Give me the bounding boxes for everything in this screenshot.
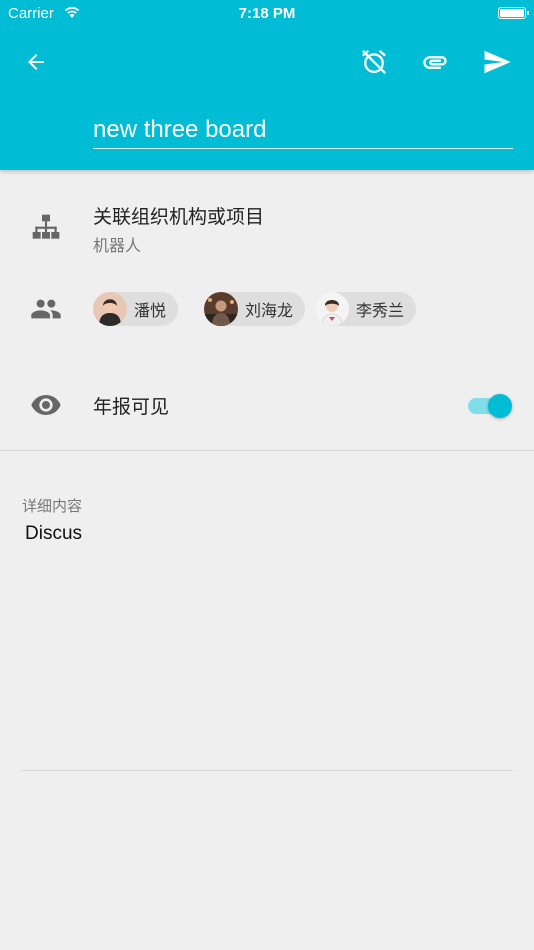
detail-label: 详细内容 <box>22 498 83 515</box>
organization-title[interactable]: 关联组织机构或项目 <box>93 202 264 229</box>
section-divider <box>0 450 534 451</box>
participant-chip[interactable]: 李秀兰 <box>315 292 417 326</box>
participant-chip[interactable]: 刘海龙 <box>204 292 306 326</box>
detail-underline <box>21 770 513 771</box>
participant-name: 刘海龙 <box>245 303 294 320</box>
avatar <box>93 292 127 326</box>
reminder-button[interactable] <box>354 42 394 82</box>
back-button[interactable] <box>16 42 56 82</box>
attach-button[interactable] <box>415 42 455 82</box>
sitemap-icon <box>28 210 64 246</box>
title-input[interactable] <box>93 112 513 149</box>
toggle-knob <box>488 394 512 418</box>
organization-subtitle: 机器人 <box>93 238 142 255</box>
send-icon <box>484 50 511 74</box>
paperclip-icon <box>423 56 447 69</box>
people-icon <box>28 291 64 327</box>
avatar <box>315 292 349 326</box>
status-bar: Carrier 7:18 PM <box>0 0 534 28</box>
status-time: 7:18 PM <box>238 5 296 22</box>
participant-name: 潘悦 <box>134 303 167 320</box>
avatar <box>204 292 238 326</box>
eye-icon <box>28 387 64 423</box>
annual-report-toggle[interactable] <box>466 392 514 420</box>
send-button[interactable] <box>477 42 517 82</box>
participant-name: 李秀兰 <box>356 303 405 320</box>
annual-report-label: 年报可见 <box>93 397 170 418</box>
battery-icon <box>498 7 529 19</box>
app-header: Carrier 7:18 PM <box>0 0 534 170</box>
participant-chip[interactable]: 潘悦 <box>93 292 179 326</box>
alarm-off-icon <box>362 50 386 74</box>
arrow-back-icon <box>28 54 44 70</box>
detail-textarea[interactable]: Discus <box>25 523 513 763</box>
